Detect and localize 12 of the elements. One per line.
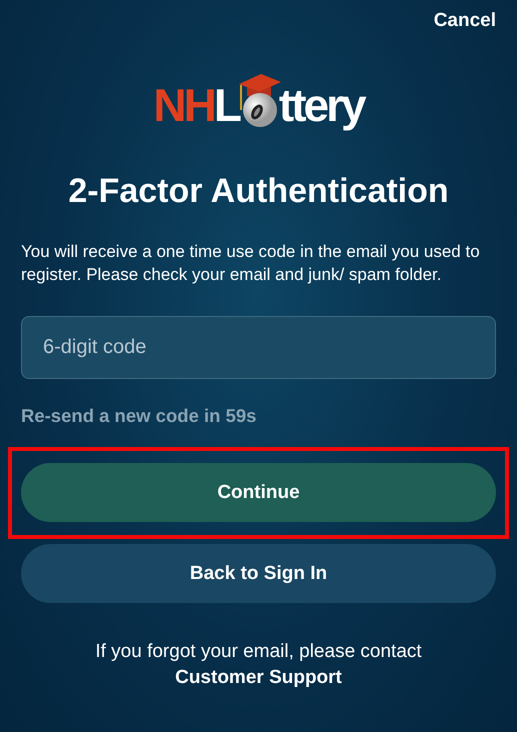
logo-text: ttery xyxy=(278,82,364,128)
cancel-button[interactable]: Cancel xyxy=(434,10,496,32)
resend-timer-text: Re-send a new code in 59s xyxy=(21,405,258,427)
logo-text: L xyxy=(214,82,239,128)
instructions-text: You will receive a one time use code in the email you used to register. Please check your email and junk/ spam folder. xyxy=(21,241,481,286)
help-text: If you forgot your email, please contact xyxy=(94,640,423,664)
page-title: 2-Factor Authentication xyxy=(67,172,450,211)
code-field[interactable]: 6-digit code xyxy=(21,316,496,379)
continue-button[interactable]: Continue xyxy=(21,463,496,522)
back-button[interactable]: Back to Sign In xyxy=(21,544,496,603)
logo-text: NH xyxy=(153,82,214,128)
customer-support-link[interactable]: Customer Support xyxy=(175,667,342,688)
